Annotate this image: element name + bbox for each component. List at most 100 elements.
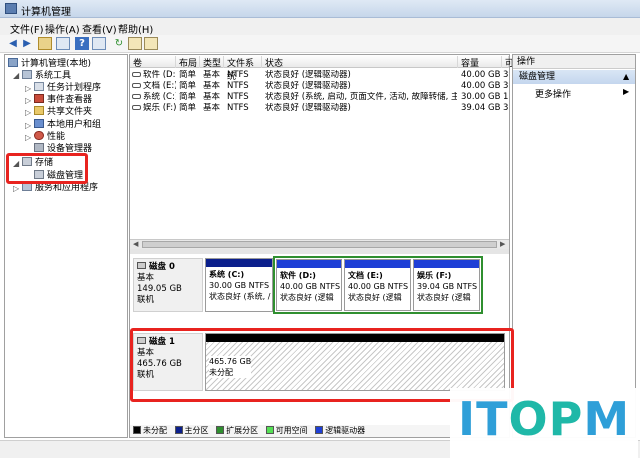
scroll-right-icon[interactable]: ▶ — [500, 240, 505, 248]
legend-swatch — [265, 426, 274, 434]
scroll-left-icon[interactable]: ◀ — [133, 240, 138, 248]
performance-icon — [34, 131, 44, 140]
column-free[interactable]: 可 — [502, 56, 514, 69]
collapse-arrow-icon[interactable]: ▷ — [25, 133, 31, 142]
menu-bar: 文件(F) 操作(A) 查看(V) 帮助(H) — [0, 18, 640, 36]
event-viewer-icon — [34, 94, 44, 103]
menu-help[interactable]: 帮助(H) — [118, 21, 153, 36]
legend-item: 可用空间 — [265, 426, 308, 435]
back-arrow-icon[interactable]: ◀ — [6, 37, 20, 50]
menu-file[interactable]: 文件(F) — [10, 21, 44, 36]
column-capacity[interactable]: 容量 — [458, 56, 502, 69]
submenu-arrow-icon[interactable]: ▶ — [623, 87, 629, 96]
watermark-logo: ITOPM — [450, 388, 638, 458]
collapse-up-icon[interactable]: ▲ — [623, 72, 629, 81]
forward-arrow-icon[interactable]: ▶ — [20, 37, 34, 50]
volume-free: 18 — [503, 92, 509, 102]
volume-name: 软件 (D:) — [132, 70, 176, 80]
legend-swatch — [133, 426, 141, 434]
legend-item: 未分配 — [133, 426, 167, 435]
legend-item: 扩展分区 — [216, 426, 258, 435]
column-layout[interactable]: 布局 — [176, 56, 200, 69]
tree-item-task-scheduler[interactable]: 任务计划程序 — [34, 82, 101, 94]
column-volume[interactable]: 卷 — [130, 56, 176, 69]
disk-icon — [137, 262, 146, 269]
volume-status: 状态良好 (逻辑驱动器) — [265, 70, 351, 80]
volume-type: 基本 — [203, 70, 221, 80]
volume-layout: 简单 — [179, 81, 197, 91]
logical-drive-bar — [345, 260, 410, 268]
expand-arrow-icon[interactable]: ◢ — [13, 71, 19, 80]
menu-action[interactable]: 操作(A) — [45, 21, 80, 36]
column-type[interactable]: 类型 — [200, 56, 224, 69]
tree-root[interactable]: 计算机管理(本地) — [8, 58, 91, 70]
title-bar: 计算机管理 — [0, 0, 640, 18]
disk-properties-icon[interactable] — [128, 37, 142, 50]
up-folder-icon[interactable] — [38, 37, 52, 50]
tree-item-local-users[interactable]: 本地用户和组 — [34, 119, 101, 131]
column-filesystem[interactable]: 文件系统 — [224, 56, 262, 82]
volume-type: 基本 — [203, 103, 221, 113]
column-status[interactable]: 状态 — [262, 56, 458, 69]
collapse-arrow-icon[interactable]: ▷ — [25, 84, 31, 93]
properties-icon[interactable] — [92, 37, 106, 50]
volume-status: 状态良好 (系统, 启动, 页面文件, 活动, 故障转储, 主分区) — [265, 92, 457, 102]
legend-swatch — [315, 426, 324, 434]
volume-row[interactable]: 系统 (C:) 简单 基本 NTFS 状态良好 (系统, 启动, 页面文件, 活… — [130, 92, 509, 102]
volume-row[interactable]: 软件 (D:) 简单 基本 NTFS 状态良好 (逻辑驱动器) 40.00 GB… — [130, 70, 509, 80]
collapse-arrow-icon[interactable]: ▷ — [25, 108, 31, 117]
volume-layout: 简单 — [179, 70, 197, 80]
window-title: 计算机管理 — [21, 7, 71, 18]
tree-item-performance[interactable]: 性能 — [34, 131, 65, 143]
actions-selected-disk-management[interactable]: 磁盘管理 — [513, 70, 635, 84]
volume-icon — [132, 83, 141, 88]
volume-filesystem: NTFS — [227, 81, 249, 91]
console-tree-icon[interactable] — [56, 37, 70, 50]
partition-c[interactable]: 系统 (C:) 30.00 GB NTFS 状态良好 (系统, / — [205, 258, 273, 312]
volume-capacity: 40.00 GB — [461, 70, 501, 80]
volume-capacity: 30.00 GB — [461, 92, 501, 102]
volume-layout: 简单 — [179, 92, 197, 102]
primary-partition-bar — [206, 259, 272, 267]
partition-f[interactable]: 娱乐 (F:) 39.04 GB NTFS 状态良好 (逻辑 — [413, 259, 480, 311]
partition-d[interactable]: 软件 (D:) 40.00 GB NTFS 状态良好 (逻辑 — [276, 259, 342, 311]
volume-filesystem: NTFS — [227, 103, 249, 113]
watermark-text: ITOPM — [458, 392, 631, 446]
tree-item-system-tools[interactable]: 系统工具 — [22, 70, 71, 82]
tree-item-shared-folders[interactable]: 共享文件夹 — [34, 106, 92, 118]
console-tree: 计算机管理(本地) ◢ 系统工具 ▷ 任务计划程序 ▷ 事件查看器 ▷ 共享文件… — [4, 54, 128, 438]
settings-icon[interactable] — [144, 37, 158, 50]
tree-item-event-viewer[interactable]: 事件查看器 — [34, 94, 92, 106]
more-actions[interactable]: 更多操作 — [535, 87, 571, 100]
legend-item: 逻辑驱动器 — [315, 426, 365, 435]
collapse-arrow-icon[interactable]: ▷ — [13, 184, 19, 193]
legend-item: 主分区 — [174, 426, 209, 435]
volume-row[interactable]: 文档 (E:) 简单 基本 NTFS 状态良好 (逻辑驱动器) 40.00 GB… — [130, 81, 509, 91]
tools-icon — [22, 70, 32, 79]
collapse-arrow-icon[interactable]: ▷ — [25, 121, 31, 130]
device-manager-icon — [34, 143, 44, 152]
refresh-icon[interactable]: ↻ — [112, 37, 126, 50]
help-icon[interactable]: ? — [75, 37, 89, 50]
horizontal-scrollbar[interactable]: ◀ ▶ — [130, 239, 509, 249]
volume-icon — [132, 105, 141, 110]
computer-management-icon — [5, 3, 17, 14]
legend-swatch — [216, 426, 225, 434]
volume-icon — [132, 72, 141, 77]
volume-layout: 简单 — [179, 103, 197, 113]
logical-drive-bar — [277, 260, 341, 268]
actions-header: 操作 — [513, 55, 635, 69]
actions-pane: 操作 磁盘管理 ▲ 更多操作 ▶ — [512, 54, 636, 438]
volume-row[interactable]: 娱乐 (F:) 简单 基本 NTFS 状态良好 (逻辑驱动器) 39.04 GB… — [130, 103, 509, 113]
collapse-arrow-icon[interactable]: ▷ — [25, 96, 31, 105]
volume-filesystem: NTFS — [227, 92, 249, 102]
volume-type: 基本 — [203, 81, 221, 91]
volume-status: 状态良好 (逻辑驱动器) — [265, 81, 351, 91]
shared-folder-icon — [34, 106, 44, 115]
volume-name: 娱乐 (F:) — [132, 103, 176, 113]
menu-view[interactable]: 查看(V) — [82, 21, 117, 36]
disk-0-label[interactable]: 磁盘 0 基本 149.05 GB 联机 — [133, 258, 203, 312]
partition-e[interactable]: 文档 (E:) 40.00 GB NTFS 状态良好 (逻辑 — [344, 259, 411, 311]
scrollbar-thumb[interactable] — [142, 241, 497, 248]
logical-drive-bar — [414, 260, 479, 268]
